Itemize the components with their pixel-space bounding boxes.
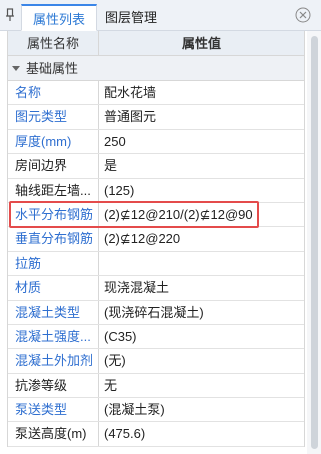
property-row[interactable]: 图元类型 普通图元 bbox=[8, 105, 304, 130]
property-value[interactable]: (125) bbox=[99, 179, 304, 202]
grid-header: 属性名称 属性值 bbox=[8, 31, 304, 56]
property-row[interactable]: 轴线距左墙... (125) bbox=[8, 178, 304, 203]
group-basic-properties[interactable]: 基础属性 bbox=[8, 56, 304, 81]
property-name: 轴线距左墙... bbox=[8, 178, 99, 202]
property-value[interactable]: (2)⊈12@220 bbox=[99, 227, 304, 250]
property-name: 抗渗等级 bbox=[8, 373, 99, 398]
property-name: 混凝土外加剂 bbox=[8, 349, 99, 373]
property-name: 水平分布钢筋 bbox=[8, 202, 99, 227]
property-row[interactable]: 混凝土类型 (现浇碎石混凝土) bbox=[8, 300, 304, 325]
property-value[interactable]: (2)⊈12@210/(2)⊈12@90 bbox=[99, 203, 304, 226]
property-row[interactable]: 名称 配水花墙 bbox=[8, 81, 304, 106]
collapse-triangle-icon[interactable] bbox=[12, 66, 20, 72]
property-name: 垂直分布钢筋 bbox=[8, 227, 99, 251]
property-name: 图元类型 bbox=[8, 105, 99, 129]
property-name: 厚度(mm) bbox=[8, 129, 99, 154]
property-row[interactable]: 水平分布钢筋 (2)⊈12@210/(2)⊈12@90 bbox=[8, 202, 304, 228]
property-row[interactable]: 抗渗等级无 bbox=[8, 373, 304, 399]
property-row[interactable]: 拉筋 bbox=[8, 251, 304, 277]
property-value[interactable]: (现浇碎石混凝土) bbox=[99, 301, 304, 324]
property-name: 混凝土强度... bbox=[8, 324, 99, 349]
property-value[interactable]: (混凝土泵) bbox=[99, 398, 304, 421]
property-name: 名称 bbox=[8, 81, 99, 105]
property-value[interactable] bbox=[99, 252, 304, 275]
property-value[interactable]: 250 bbox=[99, 130, 304, 153]
property-value[interactable]: (无) bbox=[99, 349, 304, 372]
tab-property-list[interactable]: 属性列表 bbox=[21, 4, 98, 31]
property-value[interactable]: (475.6) bbox=[99, 422, 304, 445]
property-row[interactable]: 混凝土外加剂 (无) bbox=[8, 349, 304, 374]
property-name: 泵送类型 bbox=[8, 398, 99, 422]
property-row[interactable]: 混凝土强度... (C35) bbox=[8, 324, 304, 350]
property-row[interactable]: 厚度(mm) 250 bbox=[8, 129, 304, 155]
property-grid: 属性名称 属性值 基础属性 名称 配水花墙 图元类型 普通图元 厚度(mm) 250 … bbox=[7, 31, 305, 447]
property-name: 泵送高度(m) bbox=[8, 422, 99, 446]
property-name: 房间边界 bbox=[8, 154, 99, 178]
property-name: 混凝土类型 bbox=[8, 300, 99, 324]
header-property-name: 属性名称 bbox=[8, 31, 99, 55]
property-row[interactable]: 材质 现浇混凝土 bbox=[8, 276, 304, 301]
tab-bar: 属性列表 图层管理 bbox=[0, 0, 321, 31]
property-value[interactable]: 现浇混凝土 bbox=[99, 276, 304, 299]
tab-layer-management[interactable]: 图层管理 bbox=[94, 4, 168, 31]
property-value[interactable]: (C35) bbox=[99, 325, 304, 348]
property-row[interactable]: 泵送类型 (混凝土泵) bbox=[8, 398, 304, 423]
property-name: 材质 bbox=[8, 276, 99, 300]
group-label: 基础属性 bbox=[26, 61, 79, 76]
scrollbar-thumb[interactable] bbox=[311, 36, 318, 449]
property-value[interactable]: 配水花墙 bbox=[99, 81, 304, 104]
property-row[interactable]: 泵送高度(m) (475.6) bbox=[8, 422, 304, 447]
property-value[interactable]: 无 bbox=[99, 374, 304, 397]
property-row-selected[interactable]: 垂直分布钢筋 (2)⊈12@220 bbox=[8, 227, 304, 252]
close-icon[interactable] bbox=[295, 7, 311, 23]
property-value[interactable]: 普通图元 bbox=[99, 105, 304, 128]
property-row[interactable]: 房间边界是 bbox=[8, 154, 304, 179]
pin-icon[interactable] bbox=[5, 8, 15, 22]
header-property-value: 属性值 bbox=[181, 36, 221, 51]
property-value[interactable]: 是 bbox=[99, 154, 304, 177]
property-name: 拉筋 bbox=[8, 251, 99, 276]
